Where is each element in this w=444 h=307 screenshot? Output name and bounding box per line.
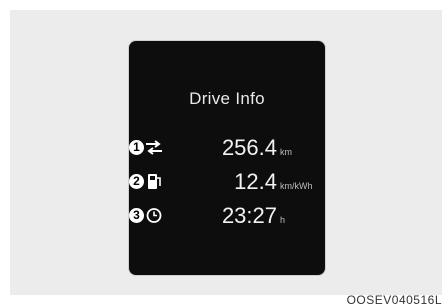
efficiency-value: 12.4 <box>234 169 277 194</box>
drive-time-unit: h <box>280 215 286 225</box>
distance-value: 256.4 <box>221 135 277 160</box>
figure-code: OOSEV040516L <box>346 293 442 307</box>
efficiency-unit: km/kWh <box>280 181 313 191</box>
panel-title: Drive Info <box>189 89 265 108</box>
drive-time-value: 23:27 <box>221 203 277 228</box>
cluster-display: Drive Info 1 256.4 km 2 12.4 km/kWh 3 23… <box>129 41 325 275</box>
drive-info-row-efficiency: 2 12.4 km/kWh <box>129 170 325 200</box>
drive-info-row-distance: 1 256.4 km <box>129 136 325 166</box>
drive-info-row-time: 3 23:27 h <box>129 204 325 234</box>
distance-unit: km <box>280 147 292 157</box>
